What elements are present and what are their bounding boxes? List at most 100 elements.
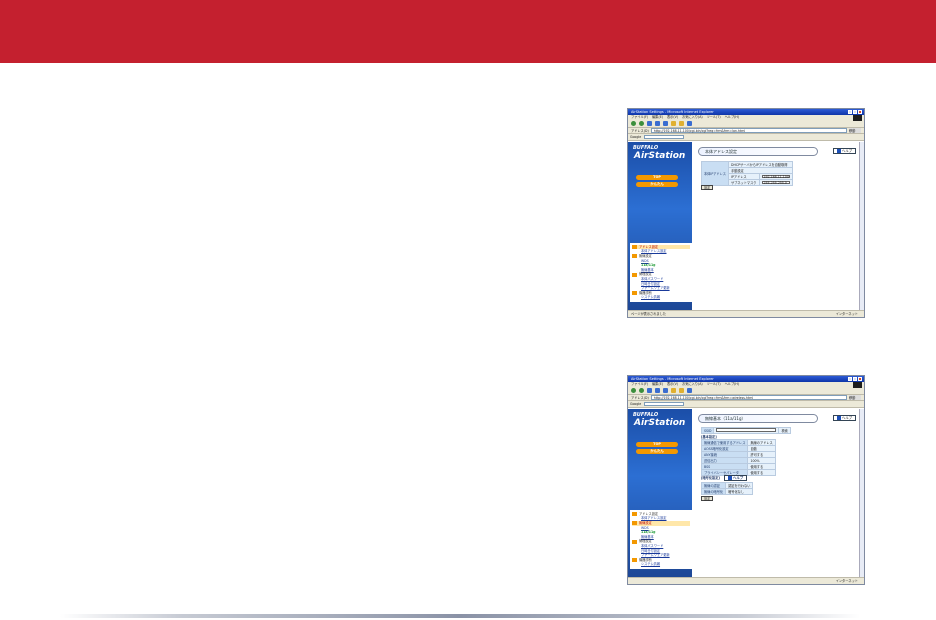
menu-favorites[interactable]: お気に入り(A): [682, 382, 703, 387]
basic-settings-table: 無線通信で使用するアドレス 無線のアドレス AOSS暗号化設定 自動 ANY接続 許可…: [700, 439, 776, 476]
home-icon[interactable]: [663, 388, 668, 393]
main-panel: 無線基本（11a/11g） ヘルプ SSID 検索 [基本設定] 無線通信で使用…: [692, 409, 864, 577]
vertical-scrollbar[interactable]: [859, 409, 864, 577]
go-button[interactable]: 移動: [849, 395, 861, 400]
window-controls: [848, 377, 862, 381]
menu-file[interactable]: ファイル(F): [631, 115, 648, 120]
menu-help[interactable]: ヘルプ(H): [725, 115, 739, 120]
menu-edit[interactable]: 編集(E): [652, 382, 663, 387]
google-label: Google: [630, 402, 642, 406]
airstation-logo: BUFFALO AirStation: [631, 411, 689, 441]
close-icon[interactable]: [858, 377, 862, 381]
subnet-label: サブネットマスク: [728, 179, 760, 186]
ssid-input[interactable]: [716, 428, 777, 432]
refresh-icon[interactable]: [655, 121, 660, 126]
ssid-table: SSID 検索: [700, 427, 791, 434]
google-search-input[interactable]: [644, 134, 685, 140]
easy-setup-button[interactable]: かんたん: [636, 449, 678, 454]
menu-file[interactable]: ファイル(F): [631, 382, 648, 387]
back-icon[interactable]: [631, 388, 636, 393]
submit-button[interactable]: 設定: [701, 185, 714, 190]
forward-icon[interactable]: [639, 388, 644, 393]
minimize-icon[interactable]: [848, 110, 852, 114]
stop-icon[interactable]: [647, 121, 652, 126]
menu-help[interactable]: ヘルプ(H): [725, 382, 739, 387]
top-nav-button[interactable]: TOP: [636, 175, 678, 180]
menu-view[interactable]: 表示(V): [667, 382, 678, 387]
menu-edit[interactable]: 編集(E): [652, 115, 663, 120]
row-value[interactable]: 暗号化なし: [725, 488, 754, 495]
page-content: BUFFALO AirStation TOP かんたん アドレス設定 本体アドレ…: [628, 142, 864, 310]
row-value[interactable]: 認証を行わない: [725, 482, 754, 489]
ssid-label: SSID: [700, 427, 715, 434]
menu-tools[interactable]: ツール(T): [707, 115, 721, 120]
row-value[interactable]: 使用する: [747, 469, 776, 476]
browser-window-address-settings: AirStation Settings - Microsoft Internet…: [627, 108, 865, 318]
address-input[interactable]: http://192.168.11.100/cgi-bin/cgi?req=fr…: [650, 128, 847, 133]
minimize-icon[interactable]: [848, 377, 852, 381]
zone-text: インターネット: [835, 312, 858, 316]
top-nav-button[interactable]: TOP: [636, 442, 678, 447]
history-icon[interactable]: [687, 388, 692, 393]
lan-ip-label: 本体IPアドレス: [701, 161, 729, 186]
row-label: 無線の暗号化: [700, 488, 727, 495]
security-section-heading: [暗号化設定] ヘルプ: [701, 475, 748, 481]
browser-toolbar: [628, 120, 864, 128]
window-controls: [848, 110, 862, 114]
footer-divider: [60, 614, 860, 618]
submit-button[interactable]: 設定: [701, 496, 714, 501]
window-title: AirStation Settings - Microsoft Internet…: [631, 377, 714, 381]
help-button[interactable]: ヘルプ: [832, 415, 856, 421]
ip-input[interactable]: 192.168.11.100: [761, 174, 790, 179]
sidebar: BUFFALO AirStation TOP かんたん アドレス設定 本体アドレ…: [628, 409, 692, 577]
row-label: 無線通信で使用するアドレス: [700, 439, 749, 446]
address-label: アドレス(D): [631, 129, 649, 133]
close-icon[interactable]: [858, 110, 862, 114]
subnet-select[interactable]: 255.255.255.0: [761, 180, 790, 185]
google-search-input[interactable]: [644, 401, 685, 407]
favorites-icon[interactable]: [679, 388, 684, 393]
google-toolbar: Google: [628, 401, 864, 408]
stop-icon[interactable]: [647, 388, 652, 393]
page-title: 無線基本（11a/11g）: [698, 414, 818, 423]
menu-tools[interactable]: ツール(T): [707, 382, 721, 387]
favorites-icon[interactable]: [679, 121, 684, 126]
status-bar: ページが表示されました インターネット: [628, 310, 864, 317]
search-icon[interactable]: [671, 121, 676, 126]
windows-logo-icon: [853, 115, 862, 121]
browser-toolbar: [628, 387, 864, 395]
sidebar: BUFFALO AirStation TOP かんたん アドレス設定 本体アドレ…: [628, 142, 692, 310]
product-label: AirStation: [634, 418, 686, 428]
maximize-icon[interactable]: [853, 377, 857, 381]
back-icon[interactable]: [631, 121, 636, 126]
menu-view[interactable]: 表示(V): [667, 115, 678, 120]
home-icon[interactable]: [663, 121, 668, 126]
sidebar-item-system-info[interactable]: システム情報: [632, 562, 690, 567]
address-input[interactable]: http://192.168.11.100/cgi-bin/cgi?req=fr…: [650, 395, 847, 400]
ssid-search-button[interactable]: 検索: [778, 427, 791, 434]
menu-bar: ファイル(F) 編集(E) 表示(V) お気に入り(A) ツール(T) ヘルプ(…: [628, 382, 864, 388]
windows-logo-icon: [853, 382, 862, 388]
maximize-icon[interactable]: [853, 110, 857, 114]
history-icon[interactable]: [687, 121, 692, 126]
dhcp-option[interactable]: DHCPサーバからIPアドレスを自動取得: [728, 161, 793, 168]
browser-window-wireless-settings: AirStation Settings - Microsoft Internet…: [627, 375, 865, 585]
main-panel: 本体アドレス設定 ヘルプ 本体IPアドレス DHCPサーバからIPアドレスを自動…: [692, 142, 864, 310]
refresh-icon[interactable]: [655, 388, 660, 393]
search-icon[interactable]: [671, 388, 676, 393]
security-help-button[interactable]: ヘルプ: [723, 475, 748, 481]
status-bar: インターネット: [628, 577, 864, 584]
vertical-scrollbar[interactable]: [859, 142, 864, 310]
menu-favorites[interactable]: お気に入り(A): [682, 115, 703, 120]
easy-setup-button[interactable]: かんたん: [636, 182, 678, 187]
row-value[interactable]: 無線のアドレス: [747, 439, 776, 446]
status-text: ページが表示されました: [631, 312, 666, 316]
product-label: AirStation: [634, 151, 686, 161]
google-toolbar: Google: [628, 134, 864, 141]
forward-icon[interactable]: [639, 121, 644, 126]
header-banner: [0, 0, 936, 63]
help-button[interactable]: ヘルプ: [832, 148, 856, 154]
sidebar-item-system-info[interactable]: システム情報: [632, 295, 690, 300]
go-button[interactable]: 移動: [849, 128, 861, 133]
zone-text: インターネット: [835, 579, 858, 583]
